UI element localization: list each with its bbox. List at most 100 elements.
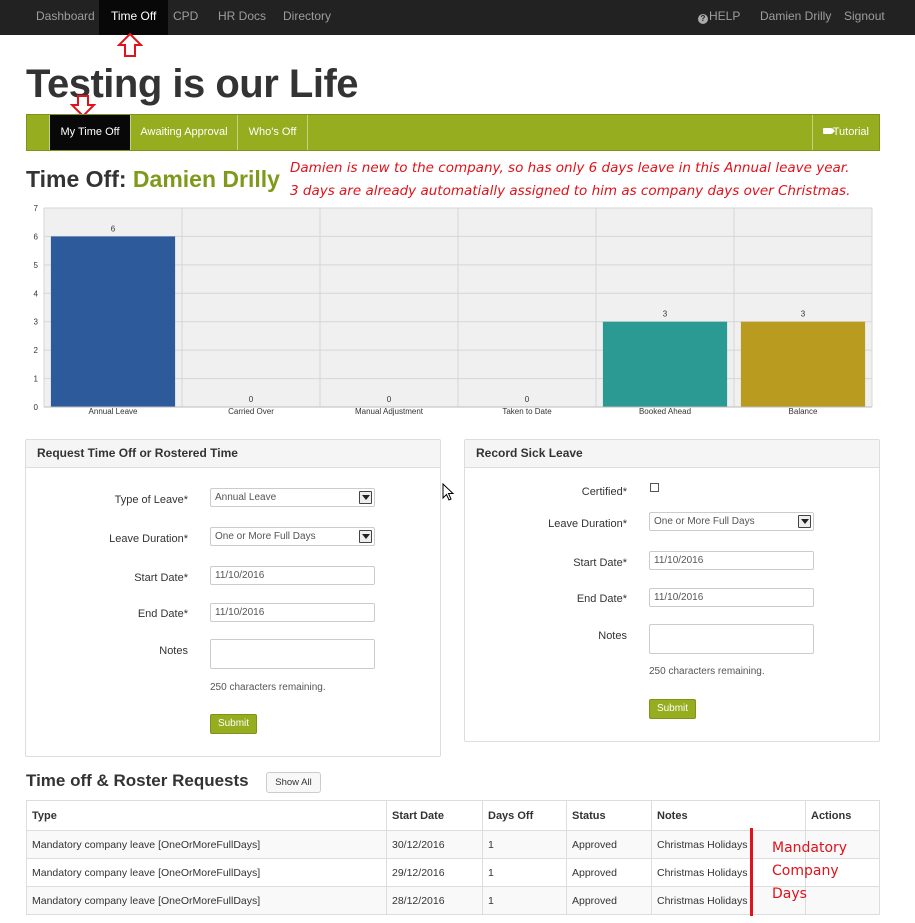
nav-cpd[interactable]: CPD [173, 0, 198, 35]
nav-directory[interactable]: Directory [283, 0, 331, 35]
tab-whos-off[interactable]: Who's Off [238, 115, 308, 150]
sick-panel-title: Record Sick Leave [465, 440, 879, 468]
leave-duration-label: Leave Duration* [109, 533, 188, 545]
cell-start-date: 29/12/2016 [386, 859, 482, 886]
chars-remaining: 250 characters remaining. [210, 682, 326, 693]
cell-type: Mandatory company leave [OneOrMoreFullDa… [32, 839, 261, 851]
video-camera-icon [822, 128, 835, 134]
bar-value-label: 6 [111, 224, 116, 233]
cell-status: Approved [566, 859, 651, 886]
sick-leave-duration-value: One or More Full Days [654, 516, 755, 527]
y-tick-label: 6 [34, 232, 39, 241]
nav-hr-docs[interactable]: HR Docs [218, 0, 266, 35]
notes-textarea[interactable] [210, 639, 375, 669]
annotation-note-line2: 3 days are already automatially assigned… [290, 183, 851, 199]
cell-days-off: 1 [482, 887, 566, 914]
x-tick-label: Booked Ahead [639, 407, 691, 416]
dropdown-arrow-icon [798, 515, 811, 528]
nav-help-label: HELP [709, 9, 741, 23]
time-off-label: Time Off: [26, 166, 127, 192]
annotation-mandatory: Mandatory [772, 840, 848, 856]
col-header-start-date[interactable]: Start Date [386, 801, 482, 830]
chart-bar [740, 321, 866, 407]
request-panel-title: Request Time Off or Rostered Time [26, 440, 440, 468]
sick-notes-label: Notes [598, 630, 627, 642]
certified-label: Certified* [581, 486, 627, 498]
type-of-leave-value: Annual Leave [215, 492, 277, 503]
time-off-heading: Time Off: Damien Drilly [26, 166, 280, 193]
chart-bar [50, 236, 176, 407]
leave-duration-value: One or More Full Days [215, 531, 316, 542]
submit-request-button[interactable]: Submit [210, 714, 257, 734]
start-date-label: Start Date* [134, 572, 188, 584]
col-header-type[interactable]: Type [27, 801, 386, 830]
cell-days-off: 1 [482, 831, 566, 858]
leave-balance-chart: 0 1 2 3 4 5 6 7 6 Annual Leave 0 Carried Over 0 Manua… [26, 200, 880, 418]
bar-value-label: 0 [387, 395, 392, 404]
end-date-label: End Date* [137, 608, 188, 620]
sick-notes-textarea[interactable] [649, 624, 814, 654]
cell-start-date: 28/12/2016 [386, 887, 482, 914]
chart-svg: 0 1 2 3 4 5 6 7 6 Annual Leave 0 Carried Over 0 Manua… [34, 204, 873, 416]
sick-leave-duration-select[interactable]: One or More Full Days [649, 512, 814, 531]
cell-start-date: 30/12/2016 [386, 831, 482, 858]
help-icon: ? [698, 14, 708, 24]
record-sick-leave-panel: Record Sick Leave Certified* Leave Durat… [464, 439, 880, 742]
y-tick-label: 5 [34, 261, 39, 270]
sick-start-date-input[interactable]: 11/10/2016 [649, 551, 814, 570]
type-of-leave-label: Type of Leave* [114, 494, 188, 506]
x-tick-label: Carried Over [228, 407, 274, 416]
nav-signout[interactable]: Signout [844, 0, 885, 35]
mouse-cursor-icon [442, 483, 455, 501]
nav-help[interactable]: ? HELP [698, 0, 740, 35]
col-header-days-off[interactable]: Days Off [482, 801, 566, 830]
certified-checkbox[interactable] [650, 483, 659, 492]
sick-end-date-input[interactable]: 11/10/2016 [649, 588, 814, 607]
col-header-status[interactable]: Status [566, 801, 651, 830]
start-date-input[interactable]: 11/10/2016 [210, 566, 375, 585]
tab-awaiting-approval[interactable]: Awaiting Approval [131, 115, 238, 150]
nav-dashboard[interactable]: Dashboard [36, 0, 95, 35]
y-tick-label: 2 [34, 346, 39, 355]
cell-status: Approved [566, 887, 651, 914]
y-tick-label: 4 [34, 289, 39, 298]
cell-type: Mandatory company leave [OneOrMoreFullDa… [32, 867, 261, 879]
x-tick-label: Annual Leave [89, 407, 138, 416]
notes-label: Notes [159, 645, 188, 657]
type-of-leave-select[interactable]: Annual Leave [210, 488, 375, 507]
dropdown-arrow-icon [359, 530, 372, 543]
x-tick-label: Manual Adjustment [355, 407, 424, 416]
submit-sick-leave-button[interactable]: Submit [649, 699, 696, 719]
bar-value-label: 3 [801, 310, 806, 319]
col-header-actions: Actions [805, 801, 880, 830]
annotation-note-line1: Damien is new to the company, so has onl… [290, 160, 850, 176]
dropdown-arrow-icon [359, 491, 372, 504]
col-header-notes[interactable]: Notes [651, 801, 805, 830]
annotation-company: Company [772, 863, 839, 879]
y-tick-label: 7 [34, 204, 39, 213]
top-navbar: Dashboard Time Off CPD HR Docs Directory… [0, 0, 915, 35]
sick-chars-remaining: 250 characters remaining. [649, 666, 765, 677]
sick-start-date-label: Start Date* [573, 557, 627, 569]
nav-time-off[interactable]: Time Off [99, 0, 169, 35]
x-tick-label: Balance [789, 407, 818, 416]
subnav: My Time Off Awaiting Approval Who's Off … [26, 114, 880, 151]
end-date-input[interactable]: 11/10/2016 [210, 603, 375, 622]
nav-user[interactable]: Damien Drilly [760, 0, 831, 35]
employee-name: Damien Drilly [132, 166, 280, 192]
annotation-bar [750, 828, 753, 916]
x-tick-label: Taken to Date [502, 407, 552, 416]
cell-status: Approved [566, 831, 651, 858]
cell-days-off: 1 [482, 859, 566, 886]
bar-value-label: 0 [249, 395, 254, 404]
chart-bar [602, 321, 728, 407]
show-all-button[interactable]: Show All [266, 772, 321, 793]
tab-my-time-off[interactable]: My Time Off [49, 115, 131, 150]
leave-duration-select[interactable]: One or More Full Days [210, 527, 375, 546]
request-time-off-panel: Request Time Off or Rostered Time Type o… [25, 439, 441, 757]
annotation-arrow-up-icon [117, 32, 143, 57]
sick-end-date-label: End Date* [576, 593, 627, 605]
tutorial-button[interactable]: Tutorial [811, 115, 879, 150]
sick-leave-duration-label: Leave Duration* [548, 518, 627, 530]
bar-value-label: 3 [663, 310, 668, 319]
